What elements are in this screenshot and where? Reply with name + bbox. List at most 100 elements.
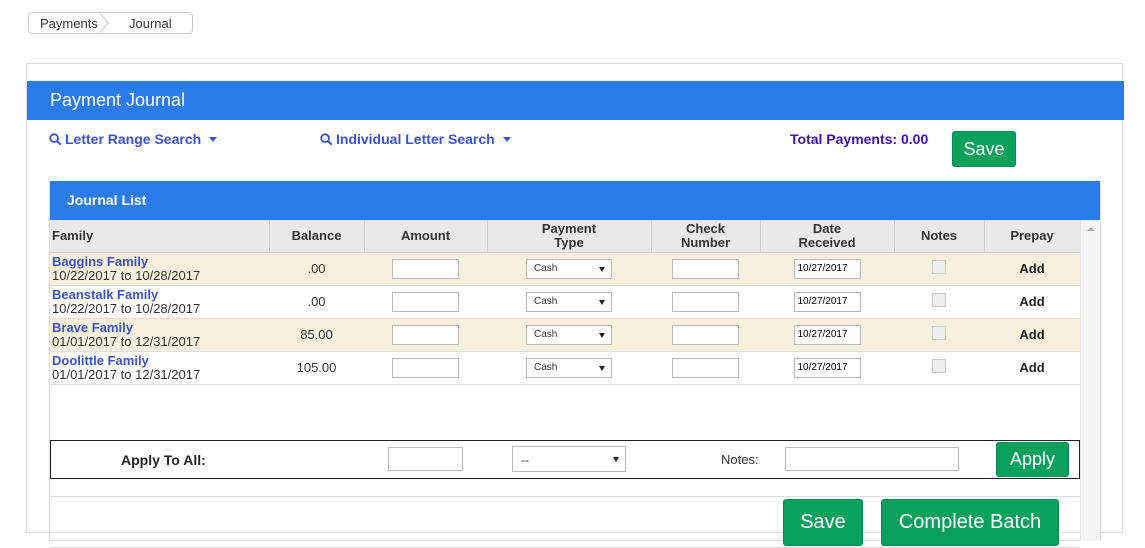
table-row: Baggins Family 10/22/2017 to 10/28/2017 … bbox=[50, 252, 1080, 286]
apply-payment-type-value: -- bbox=[521, 453, 529, 467]
dropdown-arrow-icon bbox=[613, 457, 619, 462]
family-name-link[interactable]: Doolittle Family bbox=[52, 353, 269, 368]
apply-payment-type-select[interactable]: -- bbox=[512, 446, 626, 472]
family-date-range: 10/22/2017 to 10/28/2017 bbox=[52, 267, 201, 283]
check-number-input[interactable] bbox=[672, 258, 739, 279]
date-received-input[interactable] bbox=[793, 291, 861, 312]
table-row: Brave Family 01/01/2017 to 12/31/2017 85… bbox=[50, 318, 1080, 352]
payment-type-cell: Cash bbox=[487, 351, 651, 385]
individual-letter-search-toggle[interactable]: Individual Letter Search bbox=[320, 131, 511, 147]
column-header-family: Family bbox=[50, 220, 270, 253]
amount-input[interactable] bbox=[392, 291, 459, 312]
amount-input[interactable] bbox=[392, 324, 459, 345]
family-cell: Baggins Family 10/22/2017 to 10/28/2017 bbox=[50, 252, 269, 286]
payment-type-cell: Cash bbox=[487, 252, 651, 286]
family-cell: Brave Family 01/01/2017 to 12/31/2017 bbox=[50, 318, 269, 352]
column-header-date-line1: Date bbox=[812, 220, 842, 236]
search-icon bbox=[49, 132, 62, 145]
apply-to-all-bar: Apply To All: -- Notes: Apply bbox=[50, 440, 1080, 479]
table-row: Beanstalk Family 10/22/2017 to 10/28/201… bbox=[50, 285, 1080, 319]
amount-input[interactable] bbox=[392, 357, 459, 378]
prepay-add-link[interactable]: Add bbox=[1019, 327, 1044, 342]
date-received-input[interactable] bbox=[793, 357, 861, 378]
breadcrumb-separator-icon bbox=[99, 12, 109, 34]
notes-checkbox[interactable] bbox=[932, 293, 946, 307]
notes-checkbox[interactable] bbox=[932, 260, 946, 274]
column-header-balance: Balance bbox=[269, 220, 365, 253]
check-number-input[interactable] bbox=[672, 324, 739, 345]
date-received-cell bbox=[760, 351, 894, 385]
letter-range-search-label[interactable]: Letter Range Search bbox=[65, 131, 201, 147]
balance-cell: .00 bbox=[269, 285, 364, 319]
page-title: Payment Journal bbox=[27, 81, 1124, 120]
prepay-add-link[interactable]: Add bbox=[1019, 294, 1044, 309]
date-received-cell bbox=[760, 285, 894, 319]
apply-amount-input[interactable] bbox=[388, 447, 463, 471]
individual-letter-search-label[interactable]: Individual Letter Search bbox=[336, 131, 495, 147]
notes-checkbox[interactable] bbox=[932, 326, 946, 340]
payment-type-select[interactable]: Cash bbox=[526, 258, 612, 279]
complete-batch-button[interactable]: Complete Batch bbox=[881, 499, 1059, 546]
payment-type-select[interactable]: Cash bbox=[526, 357, 612, 378]
column-header-check-line1: Check bbox=[685, 220, 726, 236]
prepay-cell: Add bbox=[984, 252, 1080, 286]
notes-checkbox[interactable] bbox=[932, 359, 946, 373]
amount-cell bbox=[364, 318, 487, 352]
check-number-cell bbox=[651, 351, 760, 385]
column-header-amount: Amount bbox=[364, 220, 488, 253]
column-header-date-line2: Received bbox=[798, 234, 856, 250]
dropdown-arrow-icon bbox=[599, 266, 605, 272]
dropdown-arrow-icon bbox=[599, 299, 605, 305]
save-button-top[interactable]: Save bbox=[952, 131, 1016, 167]
breadcrumb-item-journal: Journal bbox=[111, 13, 172, 33]
table-header-row: Family Balance Amount Payment Type Check N… bbox=[50, 220, 1081, 253]
breadcrumb-item-payments[interactable]: Payments bbox=[29, 12, 111, 34]
amount-input[interactable] bbox=[392, 258, 459, 279]
payment-type-select[interactable]: Cash bbox=[526, 324, 612, 345]
notes-cell bbox=[894, 285, 984, 319]
column-header-payment-type-line2: Type bbox=[554, 234, 584, 250]
payment-type-value: Cash bbox=[534, 361, 558, 373]
payment-type-select[interactable]: Cash bbox=[526, 291, 612, 312]
save-button-bottom[interactable]: Save bbox=[783, 499, 863, 546]
balance-cell: 85.00 bbox=[269, 318, 364, 352]
check-number-input[interactable] bbox=[672, 291, 739, 312]
prepay-add-link[interactable]: Add bbox=[1019, 261, 1044, 276]
breadcrumb: Payments Journal bbox=[28, 12, 193, 34]
caret-down-icon bbox=[502, 136, 511, 142]
payment-type-value: Cash bbox=[534, 328, 558, 340]
dropdown-arrow-icon bbox=[599, 332, 605, 338]
family-name-link[interactable]: Brave Family bbox=[52, 320, 269, 335]
breadcrumb-label-payments[interactable]: Payments bbox=[40, 16, 98, 31]
family-name-link[interactable]: Beanstalk Family bbox=[52, 287, 269, 302]
vertical-scrollbar[interactable] bbox=[1080, 220, 1100, 541]
family-name-link[interactable]: Baggins Family bbox=[52, 254, 269, 269]
journal-table: Family Balance Amount Payment Type Check N… bbox=[50, 220, 1081, 385]
date-received-cell bbox=[760, 318, 894, 352]
apply-notes-input[interactable] bbox=[785, 447, 959, 471]
notes-cell bbox=[894, 318, 984, 352]
balance-cell: 105.00 bbox=[269, 351, 364, 385]
payment-type-cell: Cash bbox=[487, 285, 651, 319]
amount-cell bbox=[364, 285, 487, 319]
journal-list-title: Journal List bbox=[50, 181, 1100, 220]
prepay-cell: Add bbox=[984, 285, 1080, 319]
prepay-cell: Add bbox=[984, 351, 1080, 385]
payment-type-cell: Cash bbox=[487, 318, 651, 352]
breadcrumb-label-journal: Journal bbox=[129, 15, 172, 31]
column-header-payment-type: Payment Type bbox=[487, 220, 652, 253]
column-header-prepay: Prepay bbox=[984, 220, 1081, 253]
notes-cell bbox=[894, 252, 984, 286]
date-received-input[interactable] bbox=[793, 324, 861, 345]
amount-cell bbox=[364, 252, 487, 286]
column-header-notes: Notes bbox=[894, 220, 985, 253]
letter-range-search-toggle[interactable]: Letter Range Search bbox=[49, 131, 218, 147]
date-received-input[interactable] bbox=[793, 258, 861, 279]
caret-down-icon bbox=[209, 136, 218, 142]
scroll-up-arrow-icon[interactable] bbox=[1087, 227, 1095, 231]
apply-notes-label: Notes: bbox=[721, 452, 759, 467]
prepay-add-link[interactable]: Add bbox=[1019, 360, 1044, 375]
apply-button[interactable]: Apply bbox=[996, 442, 1069, 477]
check-number-input[interactable] bbox=[672, 357, 739, 378]
family-date-range: 01/01/2017 to 12/31/2017 bbox=[52, 366, 201, 382]
